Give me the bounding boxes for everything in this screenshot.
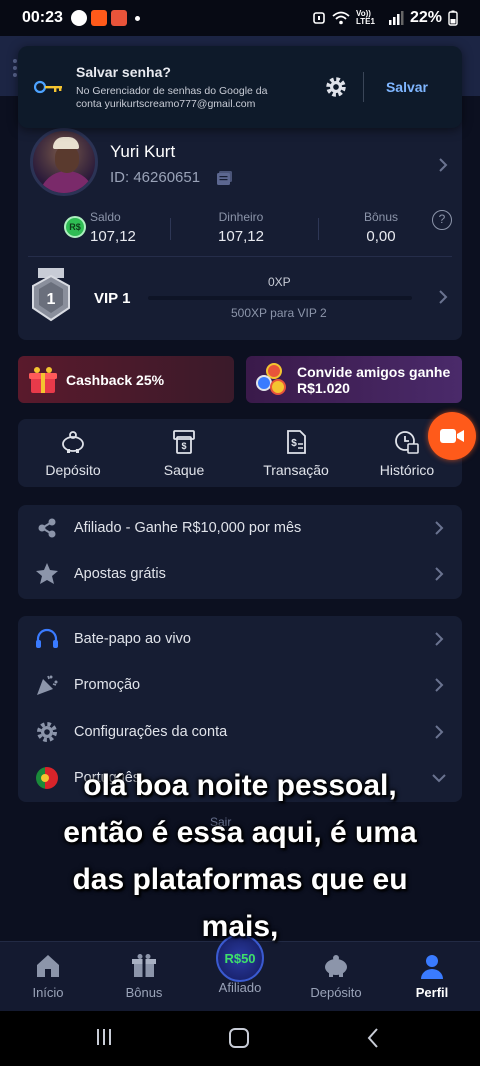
battery-percent: 22% (409, 9, 442, 26)
vip-progress-bar (148, 296, 412, 300)
balance-divider (170, 218, 171, 240)
cashback-banner[interactable]: Cashback 25% (18, 356, 234, 403)
chevron-right-icon (435, 632, 444, 646)
invite-friends-label: Convide amigos ganhe R$1.020 (297, 363, 451, 396)
transaction-icon: $ (287, 430, 306, 454)
cashback-gift-icon (29, 366, 57, 393)
piggy-bank-icon (62, 431, 84, 453)
vip-xp: 0XP (268, 275, 291, 289)
save-password-title: Salvar senha? (76, 63, 171, 80)
nav-profile[interactable]: Perfil (384, 952, 480, 1000)
invite-friends-banner[interactable]: Convide amigos ganhe R$1.020 (246, 356, 462, 403)
subtitle-line: olá boa noite pessoal, (83, 769, 397, 802)
screen-recorder-button[interactable] (428, 412, 476, 460)
avatar[interactable] (30, 128, 98, 196)
password-key-icon (34, 80, 62, 94)
menu-item-affiliate[interactable]: Afiliado - Ganhe R$10,000 por mês (18, 505, 462, 551)
nav-bonus[interactable]: Bônus (96, 952, 192, 1000)
user-id: ID: 46260651 (110, 169, 201, 186)
subtitle-line: então é essa aqui, é uma (63, 816, 417, 849)
gift-icon (132, 954, 156, 977)
profile-chevron-right-icon[interactable] (436, 158, 450, 172)
chevron-right-icon (435, 725, 444, 739)
vip-level: VIP 1 (94, 290, 131, 307)
quick-actions-bar: Depósito $ Saque $ Transação Histórico (18, 419, 462, 487)
chevron-right-icon (435, 678, 444, 692)
menu-item-promotion[interactable]: Promoção (18, 662, 462, 708)
balance-dinheiro: Dinheiro 107,12 (218, 210, 264, 245)
home-button-icon[interactable] (228, 1027, 250, 1049)
home-icon (37, 955, 59, 977)
nav-deposit[interactable]: Depósito (288, 952, 384, 1000)
svg-text:$: $ (181, 441, 186, 451)
signal-icon (388, 11, 404, 25)
vip-chevron-right-icon[interactable] (436, 290, 450, 304)
nav-home[interactable]: Início (0, 952, 96, 1000)
affiliate-icon (38, 518, 56, 538)
history-icon (395, 431, 419, 454)
vip-badge-icon: 1 (32, 268, 70, 322)
network-type: Vo)) LTE1 (355, 9, 375, 26)
subtitle-line: mais, (201, 910, 279, 943)
cashback-label: Cashback 25% (66, 371, 165, 388)
sports-balls-icon (256, 362, 289, 397)
svg-text:$: $ (291, 438, 297, 449)
save-password-button[interactable]: Salvar (386, 79, 428, 95)
password-settings-gear-icon[interactable] (323, 74, 349, 100)
withdraw-icon: $ (173, 430, 195, 454)
free-bets-icon (36, 563, 58, 584)
copy-id-icon[interactable] (216, 170, 234, 186)
subtitle-line: das plataformas que eu (72, 863, 408, 896)
balance-bonus: Bônus 0,00 (363, 210, 399, 245)
dialog-divider (362, 72, 364, 102)
app-notification-icon (110, 10, 127, 26)
nav-affiliate[interactable]: Afiliado (192, 952, 288, 995)
chevron-right-icon (435, 567, 444, 581)
profile-divider (28, 256, 452, 257)
save-password-description: No Gerenciador de senhas do Google da co… (76, 84, 268, 110)
menu-item-account-settings[interactable]: Configurações da conta (18, 709, 462, 755)
menu-item-live-chat[interactable]: Bate-papo ao vivo (18, 616, 462, 662)
currency-coin-icon: R$ (64, 216, 86, 238)
alarm-icon (313, 12, 325, 24)
quick-action-deposit[interactable]: Depósito (23, 429, 123, 478)
quick-action-withdraw[interactable]: $ Saque (134, 429, 234, 478)
help-icon[interactable]: ? (432, 210, 452, 230)
piggy-bank-icon (325, 955, 347, 977)
profile-card: Yuri Kurt ID: 46260651 R$ Saldo 107,12 D… (18, 110, 462, 340)
status-bar: 00:23 Vo)) LTE1 22% (0, 0, 480, 36)
gear-icon (37, 722, 57, 742)
system-navigation-bar (0, 1011, 480, 1066)
back-icon[interactable] (366, 1027, 380, 1049)
user-name: Yuri Kurt (110, 142, 176, 161)
quick-action-transaction[interactable]: $ Transação (246, 429, 346, 478)
wifi-icon (332, 11, 350, 25)
vip-next-level: 500XP para VIP 2 (231, 306, 327, 320)
menu-item-free-bets[interactable]: Apostas grátis (18, 551, 462, 597)
balance-saldo: Saldo 107,12 (90, 210, 136, 245)
video-camera-icon (440, 429, 464, 443)
battery-icon (448, 10, 458, 26)
profile-icon (421, 955, 443, 979)
bottom-navigation: Início Bônus R$50 Afiliado Depósito Perf… (0, 934, 480, 1011)
video-camera-notification-icon (90, 10, 107, 26)
headset-icon (36, 628, 58, 648)
balance-divider (318, 218, 319, 240)
video-subtitles: olá boa noite pessoal, então é essa aqui… (0, 762, 480, 950)
whatsapp-icon (70, 10, 87, 26)
status-time: 00:23 (22, 9, 63, 26)
chevron-right-icon (435, 521, 444, 535)
more-notifications-dot-icon (134, 15, 140, 21)
party-icon (37, 675, 58, 695)
recent-apps-icon[interactable] (94, 1027, 114, 1047)
svg-text:1: 1 (47, 291, 56, 308)
menu-group-rewards: Afiliado - Ganhe R$10,000 por mês Aposta… (18, 505, 462, 599)
notification-icons (70, 10, 140, 26)
save-password-dialog: Salvar senha? No Gerenciador de senhas d… (18, 46, 462, 128)
